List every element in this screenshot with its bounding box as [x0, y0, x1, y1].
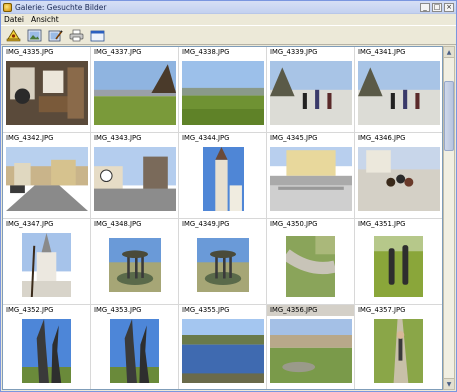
thumbnail-cell[interactable]: IMG_4337.JPG: [91, 47, 179, 133]
thumbnail-cell[interactable]: IMG_4353.JPG: [91, 305, 179, 389]
thumbnail-filename: IMG_4349.JPG: [182, 220, 230, 228]
thumbnail-filename: IMG_4347.JPG: [6, 220, 54, 228]
thumbnail-filename: IMG_4341.JPG: [358, 48, 406, 56]
thumbnail-image[interactable]: [358, 147, 440, 211]
thumbnail-cell[interactable]: IMG_4342.JPG: [3, 133, 91, 219]
thumbnail-cell[interactable]: IMG_4355.JPG: [179, 305, 267, 389]
thumbnail-cell[interactable]: IMG_4339.JPG: [267, 47, 355, 133]
thumbnail-cell[interactable]: IMG_4351.JPG: [355, 219, 442, 305]
thumbnail-filename: IMG_4342.JPG: [6, 134, 54, 142]
app-icon: [3, 2, 12, 12]
scroll-up-arrow[interactable]: ▲: [444, 47, 454, 58]
thumbnail-image[interactable]: [270, 319, 352, 383]
thumbnail-image[interactable]: [6, 61, 88, 125]
image-icon: [27, 29, 41, 41]
window-icon: [90, 30, 104, 41]
thumbnail-image[interactable]: [286, 236, 335, 297]
thumbnail-image[interactable]: [374, 319, 423, 383]
stamp-button[interactable]: [4, 27, 22, 43]
thumbnail-filename: IMG_4351.JPG: [358, 220, 406, 228]
thumbnail-filename: IMG_4352.JPG: [6, 306, 54, 314]
menu-bar: Datei Ansicht: [1, 14, 456, 25]
thumbnail-filename: IMG_4343.JPG: [94, 134, 142, 142]
thumbnail-filename: IMG_4337.JPG: [94, 48, 142, 56]
thumbnail-cell[interactable]: IMG_4335.JPG: [3, 47, 91, 133]
maximize-button[interactable]: □: [432, 2, 442, 12]
thumbnail-cell[interactable]: IMG_4338.JPG: [179, 47, 267, 133]
print-button[interactable]: [67, 27, 85, 43]
menu-ansicht[interactable]: Ansicht: [31, 15, 59, 24]
thumbnail-cell[interactable]: IMG_4357.JPG: [355, 305, 442, 389]
thumbnail-image[interactable]: [203, 147, 244, 211]
thumbnail-cell[interactable]: IMG_4345.JPG: [267, 133, 355, 219]
thumbnail-image[interactable]: [94, 147, 176, 211]
scroll-thumb[interactable]: [444, 81, 454, 151]
menu-datei[interactable]: Datei: [4, 15, 24, 24]
stamp-icon: [6, 28, 20, 41]
thumbnail-filename: IMG_4353.JPG: [94, 306, 142, 314]
thumbnail-filename: IMG_4338.JPG: [182, 48, 230, 56]
close-button[interactable]: ×: [444, 2, 454, 12]
thumbnail-cell[interactable]: IMG_4347.JPG: [3, 219, 91, 305]
thumbnail-image[interactable]: [22, 319, 71, 383]
thumbnail-filename: IMG_4345.JPG: [270, 134, 318, 142]
thumbnail-image[interactable]: [22, 233, 71, 297]
edit-image-button[interactable]: [46, 27, 64, 43]
thumbnail-image[interactable]: [182, 61, 264, 125]
window-title: Galerie: Gesuchte Bilder: [15, 2, 107, 12]
thumbnail-image[interactable]: [182, 319, 264, 383]
thumbnail-image[interactable]: [270, 61, 352, 125]
edit-image-icon: [48, 29, 63, 41]
thumbnail-cell[interactable]: IMG_4349.JPG: [179, 219, 267, 305]
minimize-button[interactable]: _: [420, 2, 430, 12]
thumbnail-grid[interactable]: IMG_4335.JPG IMG_4337.JPG IMG_4338.JPG IMG_…: [2, 46, 443, 390]
thumbnail-cell[interactable]: IMG_4343.JPG: [91, 133, 179, 219]
thumbnail-cell[interactable]: IMG_4346.JPG: [355, 133, 442, 219]
thumbnail-filename: IMG_4346.JPG: [358, 134, 406, 142]
print-icon: [69, 29, 83, 41]
thumbnail-filename: IMG_4356.JPG: [267, 305, 354, 316]
thumbnail-image[interactable]: [6, 147, 88, 211]
thumbnail-filename: IMG_4344.JPG: [182, 134, 230, 142]
thumbnail-image[interactable]: [110, 319, 159, 383]
thumbnail-cell[interactable]: IMG_4350.JPG: [267, 219, 355, 305]
thumbnail-filename: IMG_4348.JPG: [94, 220, 142, 228]
image-button[interactable]: [25, 27, 43, 43]
thumbnail-filename: IMG_4335.JPG: [6, 48, 54, 56]
toolbar: [1, 25, 456, 45]
thumbnail-filename: IMG_4350.JPG: [270, 220, 318, 228]
thumbnail-filename: IMG_4357.JPG: [358, 306, 406, 314]
thumbnail-cell[interactable]: IMG_4344.JPG: [179, 133, 267, 219]
thumbnail-image[interactable]: [358, 61, 440, 125]
scroll-down-arrow[interactable]: ▼: [444, 378, 454, 389]
vertical-scrollbar[interactable]: ▲ ▼: [443, 46, 455, 390]
thumbnail-filename: IMG_4339.JPG: [270, 48, 318, 56]
thumbnail-image[interactable]: [270, 147, 352, 211]
thumbnail-filename: IMG_4355.JPG: [182, 306, 230, 314]
thumbnail-cell[interactable]: IMG_4341.JPG: [355, 47, 442, 133]
thumbnail-cell[interactable]: IMG_4352.JPG: [3, 305, 91, 389]
window-button[interactable]: [88, 27, 106, 43]
title-bar[interactable]: Galerie: Gesuchte Bilder _ □ ×: [1, 1, 456, 14]
thumbnail-image[interactable]: [374, 236, 423, 297]
thumbnail-cell[interactable]: IMG_4348.JPG: [91, 219, 179, 305]
thumbnail-image[interactable]: [197, 238, 249, 292]
thumbnail-image[interactable]: [94, 61, 176, 125]
thumbnail-cell[interactable]: IMG_4356.JPG: [267, 305, 355, 389]
thumbnail-image[interactable]: [109, 238, 161, 292]
